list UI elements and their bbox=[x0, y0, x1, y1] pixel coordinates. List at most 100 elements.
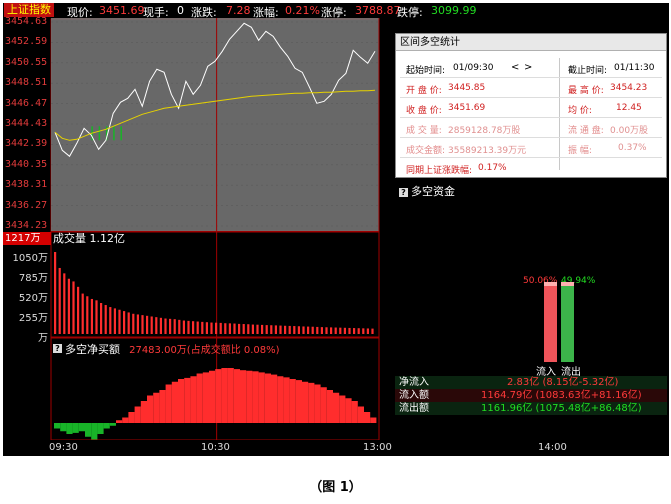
net-buy-bar bbox=[134, 406, 141, 423]
net-buy-bar bbox=[159, 390, 166, 423]
volume-bar bbox=[187, 320, 190, 334]
price-panel-bg bbox=[51, 18, 379, 231]
volume-bar bbox=[95, 300, 98, 334]
volume-bar bbox=[104, 305, 107, 334]
amplitude-value: 0.37% bbox=[618, 143, 647, 153]
volume-bar bbox=[90, 298, 93, 334]
price-tick: 3448.51 bbox=[5, 77, 48, 89]
close-value: 3451.69 bbox=[448, 103, 486, 113]
net-buy-bar bbox=[91, 423, 98, 440]
float-value: 0.00万股 bbox=[610, 126, 649, 136]
volume-bar bbox=[256, 324, 259, 334]
volume-bar bbox=[353, 328, 356, 334]
net-buy-bar bbox=[196, 373, 203, 423]
volume-bar bbox=[81, 293, 84, 334]
net-buy-bar bbox=[184, 377, 191, 423]
row-divider bbox=[400, 117, 662, 118]
net-buy-bar bbox=[289, 379, 296, 423]
volume-bar bbox=[159, 317, 162, 334]
net-buy-bar bbox=[302, 381, 309, 423]
volume-bar bbox=[72, 281, 75, 334]
row-divider bbox=[400, 97, 662, 98]
volume-bar bbox=[196, 321, 199, 334]
high-value: 3454.23 bbox=[610, 83, 648, 93]
volume-bar bbox=[357, 328, 360, 334]
net-buy-bar bbox=[60, 423, 67, 432]
net-buy-bar bbox=[246, 370, 253, 423]
volume-tick: 万 bbox=[38, 333, 48, 344]
volume-tick: 255万 bbox=[18, 313, 48, 324]
price-tick: 3446.47 bbox=[5, 97, 48, 109]
net-buy-bar bbox=[209, 370, 216, 423]
price-tick: 3434.23 bbox=[5, 220, 48, 231]
net-buy-bar bbox=[116, 420, 123, 423]
high-label: 最 高 价: bbox=[568, 86, 604, 96]
chart-canvas[interactable] bbox=[3, 18, 393, 440]
price-tick: 3440.35 bbox=[5, 158, 48, 170]
net-inflow-value: 2.83亿 (8.15亿-5.32亿) bbox=[507, 377, 619, 388]
open-value: 3445.85 bbox=[448, 83, 486, 93]
volume-bar bbox=[127, 312, 130, 334]
volume-bar bbox=[123, 311, 126, 334]
net-buy-bar bbox=[190, 376, 197, 423]
net-buy-bar bbox=[215, 369, 222, 423]
inflow-amount-value: 1164.79亿 (1083.63亿+81.16亿) bbox=[481, 390, 642, 401]
net-buy-bar bbox=[128, 412, 135, 423]
volume-bar bbox=[242, 324, 245, 334]
volume-bar bbox=[261, 324, 264, 334]
volume-bar bbox=[307, 326, 310, 334]
volume-bar bbox=[141, 315, 144, 334]
range-stats-title[interactable]: 区间多空统计 bbox=[396, 34, 666, 51]
volume-bar bbox=[233, 323, 236, 334]
price-tick: 3442.39 bbox=[5, 138, 48, 150]
volume-bar bbox=[343, 327, 346, 334]
volume-bar bbox=[330, 327, 333, 334]
volume-bar bbox=[169, 318, 172, 334]
help-icon[interactable]: ? bbox=[399, 187, 408, 197]
volume-bar bbox=[113, 308, 116, 334]
next-button[interactable]: > bbox=[524, 62, 532, 73]
hand-value: 0 bbox=[177, 4, 184, 17]
volume-bar bbox=[150, 316, 153, 334]
net-buy-bar bbox=[308, 382, 315, 423]
period-change-label: 同期上证涨跌幅: bbox=[406, 166, 473, 176]
fund-header: ? 多空资金 bbox=[399, 183, 455, 199]
volume-bar bbox=[173, 319, 176, 334]
volume-bar bbox=[67, 278, 70, 334]
start-time-value[interactable]: 01/09:30 bbox=[453, 63, 493, 73]
avg-label: 均 价: bbox=[568, 106, 592, 116]
time-axis: 09:30 10:30 13:00 14:00 bbox=[3, 440, 669, 456]
volume-bar bbox=[366, 328, 369, 334]
outflow-row: 流出额 1161.96亿 (1075.48亿+86.48亿) bbox=[395, 402, 667, 415]
prev-button[interactable]: < bbox=[511, 62, 519, 73]
volume-tick: 1050万 bbox=[12, 253, 48, 264]
net-buy-bar bbox=[122, 417, 129, 423]
amount-value: 35589213.39万元 bbox=[448, 146, 527, 156]
net-buy-bar bbox=[252, 371, 259, 423]
net-buy-bar bbox=[357, 406, 364, 423]
net-buy-bar bbox=[326, 390, 333, 423]
volume-bar bbox=[155, 317, 158, 334]
net-buy-bar bbox=[333, 392, 340, 423]
time-tick: 09:30 bbox=[49, 442, 78, 453]
volume-tick: 520万 bbox=[18, 293, 48, 304]
end-time-value[interactable]: 01/11:30 bbox=[614, 63, 654, 73]
net-buy-bar bbox=[370, 417, 377, 423]
help-icon[interactable]: ? bbox=[53, 344, 62, 353]
inflow-bar bbox=[544, 281, 557, 362]
volume-bar bbox=[201, 321, 204, 334]
volume-bar bbox=[238, 323, 241, 334]
net-buy-bar bbox=[240, 370, 247, 423]
price-tick: 3436.27 bbox=[5, 199, 48, 211]
index-name[interactable]: 上证指数 bbox=[4, 3, 54, 17]
inflow-row: 流入额 1164.79亿 (1083.63亿+81.16亿) bbox=[395, 389, 667, 402]
right-panel: 区间多空统计 起始时间: 01/09:30 < > 截止时间: 01/11:30… bbox=[395, 33, 667, 441]
volume-bar bbox=[320, 327, 323, 334]
net-buy-bar bbox=[314, 384, 321, 423]
price-tick: 3452.59 bbox=[5, 36, 48, 48]
net-buy-header: ? 多空净买额 27483.00万(占成交额比 0.08%) bbox=[53, 338, 280, 357]
volume-bar bbox=[339, 327, 342, 334]
net-buy-bar bbox=[345, 398, 352, 423]
price-value: 3451.69 bbox=[99, 4, 145, 17]
volume-bar bbox=[192, 321, 195, 334]
